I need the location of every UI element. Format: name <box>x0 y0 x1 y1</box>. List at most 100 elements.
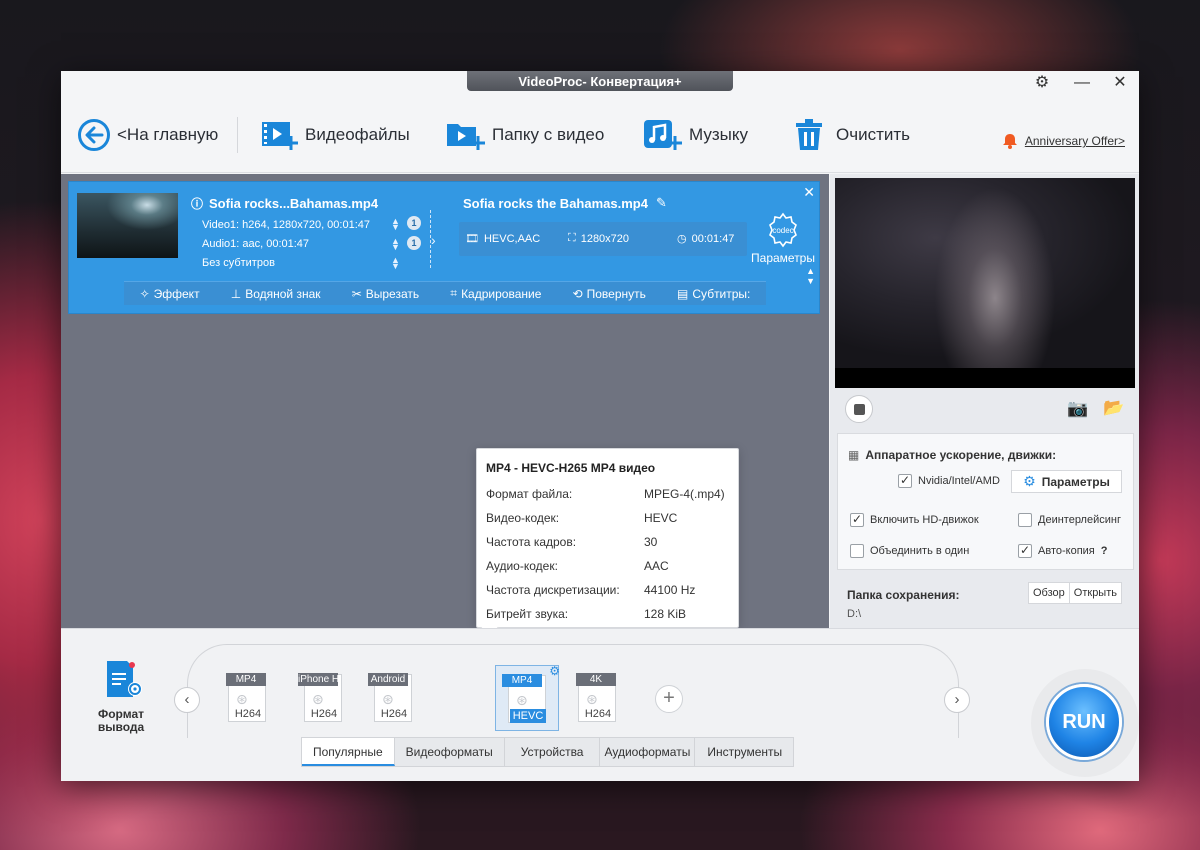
format-reel-icon: ⊛ <box>312 691 324 707</box>
add-format-button[interactable]: + <box>655 685 683 713</box>
carousel-prev-button[interactable]: ‹ <box>174 687 200 713</box>
add-music-button[interactable]: Музыку <box>643 115 748 155</box>
home-button[interactable]: <На главную <box>77 115 218 155</box>
format-tile-mp4-h264[interactable]: MP4 ⊛ H264 <box>216 665 280 731</box>
video-track-spinner-icon[interactable]: ▲ ▼ <box>391 217 400 232</box>
folder-open-icon[interactable]: 📂 <box>1103 398 1124 418</box>
effect-button[interactable]: ✧ Эффект <box>140 287 200 301</box>
tooltip-key: Частота кадров: <box>486 535 577 549</box>
tab-devices[interactable]: Устройства <box>505 738 601 766</box>
side-panel: 📷 📂 ▦ Аппаратное ускорение, движки: Nvid… <box>830 174 1139 628</box>
tab-audio-formats[interactable]: Аудиоформаты <box>600 738 696 766</box>
anniversary-offer[interactable]: Anniversary Offer> <box>1002 133 1125 149</box>
browse-button[interactable]: Обзор <box>1029 583 1069 603</box>
camera-icon[interactable]: 📷 <box>1067 399 1088 419</box>
help-icon[interactable]: ? <box>1101 545 1108 557</box>
add-video-folder-button[interactable]: Папку с видео <box>446 115 604 155</box>
add-video-files-button[interactable]: Видеофайлы <box>261 115 410 155</box>
reorder-arrows-icon[interactable]: ▲ ▼ <box>806 266 815 286</box>
info-icon[interactable]: ⓘ <box>191 195 203 212</box>
minimize-button[interactable]: — <box>1069 74 1095 92</box>
magic-wand-icon: ✧ <box>139 286 150 301</box>
music-label: Музыку <box>689 125 748 144</box>
cut-button[interactable]: ✂ Вырезать <box>352 287 419 301</box>
bell-icon <box>1002 134 1017 149</box>
merge-label: Объединить в один <box>870 545 970 557</box>
format-tile-mp4-hevc-selected[interactable]: MP4 ⊛ HEVC ⚙ <box>495 664 560 731</box>
output-format-icon <box>107 661 142 697</box>
audio-track-spinner-icon[interactable]: ▲ ▼ <box>391 237 400 252</box>
format-settings-gear-icon[interactable]: ⚙ <box>549 664 560 678</box>
tooltip-value: HEVC <box>644 511 678 525</box>
rotate-button[interactable]: ⟲ Повернуть <box>573 287 646 301</box>
subtitle-spinner-icon[interactable]: ▲ ▼ <box>391 256 400 271</box>
edit-pencil-icon[interactable]: ✎ <box>656 195 667 211</box>
deinterlace-box[interactable] <box>1018 513 1032 527</box>
tab-popular[interactable]: Популярные <box>302 738 395 766</box>
home-label: <На главную <box>117 125 219 144</box>
deinterlace-checkbox[interactable]: Деинтерлейсинг <box>1018 513 1121 527</box>
clear-label: Очистить <box>836 125 911 144</box>
hd-engine-box[interactable] <box>850 512 864 527</box>
stop-button[interactable] <box>845 395 873 423</box>
autocopy-checkbox[interactable]: Авто-копия ? <box>1018 543 1108 558</box>
open-button[interactable]: Открыть <box>1068 583 1121 603</box>
merge-box[interactable] <box>850 544 864 558</box>
tab-video-formats[interactable]: Видеоформаты <box>395 738 505 766</box>
output-codec-text: HEVC,AAC <box>483 232 541 245</box>
format-tile-4k[interactable]: 4K ⊛ H264 <box>566 665 630 731</box>
subtitles-button[interactable]: ▤ Субтитры: <box>677 287 750 301</box>
tooltip-value: 44100 Hz <box>644 583 696 597</box>
output-info-bar: 🎞 HEVC,AAC ⛶ 1280x720 ◷ 00:01:47 <box>459 222 747 256</box>
merge-checkbox[interactable]: Объединить в один <box>850 544 969 558</box>
video-thumbnail[interactable] <box>77 193 178 258</box>
video-preview[interactable] <box>835 178 1135 388</box>
format-tag: MP4 <box>226 673 266 686</box>
format-sub: H264 <box>584 708 612 720</box>
crop-button[interactable]: ⌗ Кадрирование <box>450 286 541 301</box>
audio-track-count: 1 <box>407 236 421 250</box>
settings-gear-icon[interactable]: ⚙ <box>1029 74 1055 92</box>
format-tile-iphone[interactable]: iPhone H ⊛ H264 <box>292 665 356 731</box>
run-button-ring: RUN <box>1031 669 1139 777</box>
hw-accel-text: Аппаратное ускорение, движки: <box>865 448 1057 462</box>
format-tile-android[interactable]: Android ⊛ H264 <box>362 665 426 731</box>
hd-engine-checkbox[interactable]: Включить HD-движок <box>850 512 979 527</box>
hw-params-button[interactable]: ⚙ Параметры <box>1011 470 1122 493</box>
format-tag: MP4 <box>502 674 542 687</box>
format-reel-icon: ⊛ <box>236 691 248 707</box>
format-reel-icon: ⊛ <box>382 691 394 707</box>
effect-label: Эффект <box>153 286 200 301</box>
video-folder-label: Папку с видео <box>492 125 605 144</box>
back-arrow-icon <box>78 119 110 151</box>
run-button[interactable]: RUN <box>1046 684 1122 760</box>
close-window-button[interactable]: ✕ <box>1107 74 1133 92</box>
offer-link[interactable]: Anniversary Offer> <box>1025 134 1125 148</box>
tooltip-key: Аудио-кодек: <box>486 559 558 573</box>
tooltip-value: 128 KiB <box>644 607 687 621</box>
format-tooltip: MP4 - HEVC-H265 MP4 видео Формат файла: M… <box>476 448 739 628</box>
watermark-label: Водяной знак <box>245 286 321 301</box>
clock-icon: ◷ <box>677 233 687 245</box>
output-filename[interactable]: Sofia rocks the Bahamas.mp4 <box>463 196 648 211</box>
app-window: VideoProc- Конвертация+ ⚙ — ✕ <На главну… <box>61 71 1139 781</box>
nvidia-checkbox[interactable]: Nvidia/Intel/AMD <box>898 473 1000 488</box>
tab-tools[interactable]: Инструменты <box>695 738 793 766</box>
carousel-next-button[interactable]: › <box>944 687 970 713</box>
tooltip-key: Формат файла: <box>486 487 573 501</box>
autocopy-box[interactable] <box>1018 543 1032 558</box>
audio-track-info: Audio1: aac, 00:01:47 <box>202 238 310 250</box>
output-format-button[interactable]: Формат вывода <box>91 659 151 734</box>
clear-button[interactable]: Очистить <box>794 115 910 155</box>
subtitle-info: Без субтитров <box>202 257 275 269</box>
toolbar-separator <box>237 117 238 153</box>
nvidia-box[interactable] <box>898 473 912 488</box>
watermark-button[interactable]: ⊥ Водяной знак <box>231 287 321 301</box>
remove-task-button[interactable]: ✕ <box>803 184 815 201</box>
format-sub: H264 <box>380 708 408 720</box>
codec-options-button[interactable]: codec Параметры <box>751 212 815 265</box>
window-title: VideoProc- Конвертация+ <box>467 71 733 91</box>
conversion-task[interactable]: ⓘ Sofia rocks...Bahamas.mp4 Video1: h264… <box>68 181 820 314</box>
output-codec: 🎞 HEVC,AAC <box>465 232 541 246</box>
source-title: ⓘ Sofia rocks...Bahamas.mp4 <box>191 195 378 212</box>
